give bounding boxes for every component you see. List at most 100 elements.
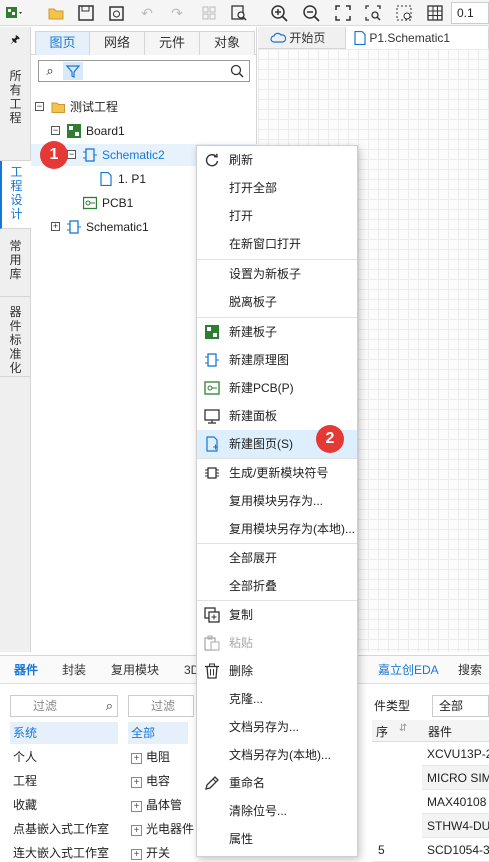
category-item[interactable]: + 光电器件 bbox=[128, 818, 194, 840]
collapse-icon[interactable]: − bbox=[35, 102, 44, 111]
menu-item-paste[interactable]: 粘贴 bbox=[197, 629, 357, 657]
tab-footprints[interactable]: 封装 bbox=[62, 656, 86, 684]
device-type-select[interactable]: 全部 bbox=[432, 695, 489, 717]
column-num[interactable]: 序 bbox=[376, 723, 388, 740]
library-item[interactable]: 系统 bbox=[10, 722, 118, 744]
board-icon bbox=[205, 325, 219, 339]
zoom-out-icon[interactable] bbox=[301, 3, 321, 23]
grid-icon[interactable] bbox=[425, 3, 445, 23]
category-item[interactable]: + 晶体管 bbox=[128, 794, 188, 816]
menu-item-new-board[interactable]: 新建板子 bbox=[197, 318, 357, 346]
table-row[interactable]: XCVU13P-2 bbox=[422, 742, 489, 766]
menu-item-properties[interactable]: 属性 bbox=[197, 825, 357, 853]
tab-nets[interactable]: 网络 bbox=[89, 31, 145, 55]
search-icon[interactable]: ⌕ bbox=[106, 696, 113, 716]
search-submit-icon[interactable] bbox=[228, 62, 246, 80]
menu-item-rename[interactable]: 重命名 bbox=[197, 769, 357, 797]
save-icon[interactable] bbox=[76, 3, 96, 23]
library-item[interactable]: 工程 bbox=[10, 770, 118, 792]
menu-item-expand-all[interactable]: 全部展开 bbox=[197, 544, 357, 572]
table-row[interactable]: MAX40108 bbox=[422, 790, 489, 814]
app-menu-icon[interactable] bbox=[4, 3, 24, 23]
expand-icon[interactable]: + bbox=[131, 801, 142, 812]
grid-select-icon[interactable] bbox=[199, 3, 219, 23]
collapse-icon[interactable]: − bbox=[67, 150, 76, 159]
table-row[interactable]: MICRO SIM bbox=[422, 766, 489, 790]
menu-item-set-new-board[interactable]: 设置为新板子 bbox=[197, 260, 357, 288]
column-device[interactable]: 器件 bbox=[428, 723, 452, 740]
redo-icon[interactable]: ↷ bbox=[167, 3, 187, 23]
category-label: 光电器件 bbox=[146, 822, 195, 836]
tree-item-board[interactable]: − Board1 bbox=[31, 120, 257, 142]
library-filter-input[interactable]: 过滤 ⌕ bbox=[10, 695, 118, 717]
menu-item-collapse-all[interactable]: 全部折叠 bbox=[197, 572, 357, 600]
menu-item-detach-board[interactable]: 脱离板子 bbox=[197, 288, 357, 316]
category-filter-input[interactable]: 过滤 bbox=[128, 695, 194, 717]
grid-select-box-icon[interactable] bbox=[394, 3, 414, 23]
pcb-icon bbox=[83, 196, 97, 210]
main-toolbar: ↶ ↷ 0.1 bbox=[0, 0, 489, 26]
menu-item-generate-module-symbol[interactable]: 生成/更新模块符号 bbox=[197, 459, 357, 487]
table-row[interactable]: STHW4-DU bbox=[422, 814, 489, 838]
expand-icon[interactable]: + bbox=[131, 849, 142, 860]
undo-icon[interactable]: ↶ bbox=[137, 3, 157, 23]
vtab-all-projects[interactable]: 所有工程 bbox=[0, 63, 31, 161]
category-item[interactable]: + 电阻 bbox=[128, 746, 188, 768]
find-icon[interactable] bbox=[229, 3, 249, 23]
expand-icon[interactable]: + bbox=[131, 777, 142, 788]
expand-icon[interactable]: + bbox=[131, 825, 142, 836]
folder-icon[interactable] bbox=[46, 3, 66, 23]
menu-item-refresh[interactable]: 刷新 bbox=[197, 146, 357, 174]
library-item[interactable]: 个人 bbox=[10, 746, 118, 768]
menu-item-new-pcb[interactable]: 新建PCB(P) bbox=[197, 374, 357, 402]
tree-item-project[interactable]: − 测试工程 bbox=[31, 96, 257, 118]
category-item[interactable]: + 电容 bbox=[128, 770, 188, 792]
tab-components[interactable]: 元件 bbox=[144, 31, 200, 55]
tab-p1-schematic1[interactable]: P1.Schematic1 bbox=[346, 27, 489, 49]
zoom-area-icon[interactable] bbox=[363, 3, 383, 23]
menu-label: 在新窗口打开 bbox=[229, 237, 302, 251]
menu-item-clear-designators[interactable]: 清除位号... bbox=[197, 797, 357, 825]
menu-item-new-schematic[interactable]: 新建原理图 bbox=[197, 346, 357, 374]
tab-start-page[interactable]: 开始页 bbox=[266, 27, 346, 49]
expand-icon[interactable]: + bbox=[51, 222, 60, 231]
menu-label: 刷新 bbox=[229, 153, 254, 167]
pin-icon[interactable]: 🖈 bbox=[10, 31, 20, 50]
tab-search[interactable]: 搜索 bbox=[458, 656, 482, 684]
expand-icon[interactable]: + bbox=[131, 753, 142, 764]
collapse-icon[interactable]: − bbox=[51, 126, 60, 135]
menu-item-open-all[interactable]: 打开全部 bbox=[197, 174, 357, 202]
category-item[interactable]: 全部 bbox=[128, 722, 188, 744]
menu-item-save-reuse-module[interactable]: 复用模块另存为... bbox=[197, 487, 357, 515]
panel-icon bbox=[204, 409, 220, 424]
library-item[interactable]: 收藏 bbox=[10, 794, 118, 816]
tab-objects[interactable]: 对象 bbox=[199, 31, 255, 55]
menu-item-save-doc-as[interactable]: 文档另存为... bbox=[197, 713, 357, 741]
library-item[interactable]: 连大嵌入式工作室 bbox=[10, 842, 118, 862]
vtab-device-standard[interactable]: 器件标准化 bbox=[0, 297, 31, 377]
tree-search-input[interactable]: ⌕ bbox=[38, 60, 250, 82]
menu-item-copy[interactable]: 复制 bbox=[197, 601, 357, 629]
fit-icon[interactable] bbox=[333, 3, 353, 23]
sort-icon[interactable]: ⇵ bbox=[399, 723, 407, 734]
step-badge-2: 2 bbox=[316, 425, 344, 453]
tab-pages[interactable]: 图页 bbox=[35, 31, 90, 55]
menu-item-open[interactable]: 打开 bbox=[197, 202, 357, 230]
save-all-icon[interactable] bbox=[107, 3, 127, 23]
zoom-input[interactable]: 0.1 bbox=[451, 2, 489, 24]
vtab-common-library[interactable]: 常用库 bbox=[0, 229, 31, 297]
zoom-in-icon[interactable] bbox=[269, 3, 289, 23]
menu-item-open-new-window[interactable]: 在新窗口打开 bbox=[197, 230, 357, 258]
vtab-project-design[interactable]: 工程设计 bbox=[0, 161, 31, 229]
table-row[interactable]: SCD1054-3 bbox=[422, 838, 489, 862]
menu-item-clone[interactable]: 克隆... bbox=[197, 685, 357, 713]
library-item[interactable]: 点基嵌入式工作室 bbox=[10, 818, 118, 840]
tab-reuse-blocks[interactable]: 复用模块 bbox=[111, 656, 159, 684]
menu-item-delete[interactable]: 删除 bbox=[197, 657, 357, 685]
tab-lceda[interactable]: 嘉立创EDA bbox=[378, 656, 439, 684]
tab-devices[interactable]: 器件 bbox=[14, 656, 38, 684]
category-item[interactable]: + 开关 bbox=[128, 842, 188, 862]
filter-icon[interactable] bbox=[63, 62, 83, 80]
menu-item-save-doc-as-local[interactable]: 文档另存为(本地)... bbox=[197, 741, 357, 769]
menu-item-save-reuse-module-local[interactable]: 复用模块另存为(本地)... bbox=[197, 515, 357, 543]
